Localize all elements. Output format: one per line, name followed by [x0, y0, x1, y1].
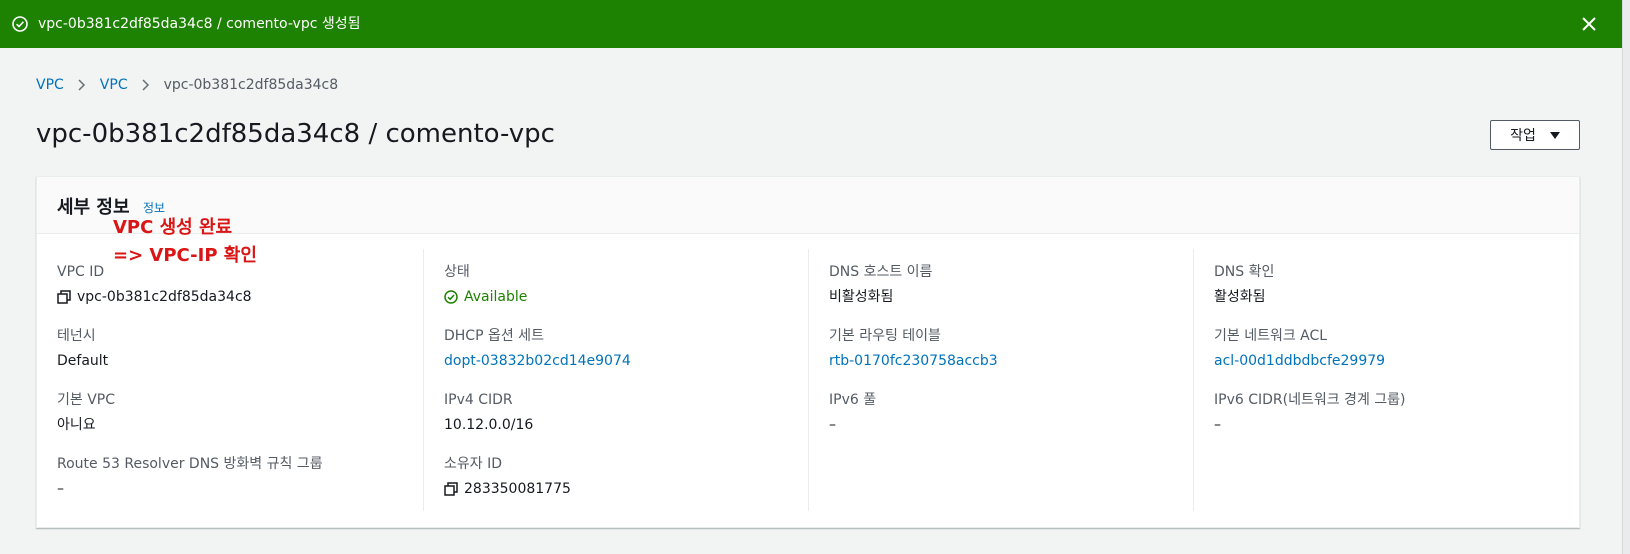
copy-icon[interactable]	[57, 290, 71, 304]
field-value: Default	[57, 353, 109, 369]
breadcrumb-current: vpc-0b381c2df85da34c8	[163, 77, 339, 93]
field-label: 테넌시	[57, 328, 96, 344]
field-label: IPv6 풀	[829, 392, 877, 408]
field-tenancy: 테넌시 Default	[57, 327, 417, 370]
actions-dropdown-button[interactable]: 작업	[1490, 120, 1580, 150]
status-ok-icon	[444, 290, 458, 304]
field-ipv6-cidr: IPv6 CIDR(네트워크 경계 그룹) –	[1214, 391, 1574, 434]
field-main-route-table: 기본 라우팅 테이블 rtb-0170fc230758accb3	[829, 327, 1189, 370]
field-default-vpc: 기본 VPC 아니요	[57, 391, 417, 434]
route-table-link[interactable]: rtb-0170fc230758accb3	[829, 352, 998, 370]
close-icon[interactable]	[1580, 15, 1598, 33]
field-label: IPv6 CIDR(네트워크 경계 그룹)	[1214, 392, 1406, 408]
flash-message: vpc-0b381c2df85da34c8 / comento-vpc 생성됨	[38, 16, 361, 32]
field-value: –	[829, 417, 836, 433]
field-ipv6-pool: IPv6 풀 –	[829, 391, 1189, 434]
field-value: 비활성화됨	[829, 289, 894, 305]
caret-down-icon	[1549, 131, 1560, 139]
field-value: vpc-0b381c2df85da34c8	[77, 289, 252, 305]
page-title: vpc-0b381c2df85da34c8 / comento-vpc	[36, 119, 555, 149]
field-ipv4-cidr: IPv4 CIDR 10.12.0.0/16	[444, 391, 804, 434]
field-owner-id: 소유자 ID 283350081775	[444, 455, 804, 498]
field-label: 소유자 ID	[444, 456, 502, 472]
success-flash-bar: vpc-0b381c2df85da34c8 / comento-vpc 생성됨	[0, 0, 1622, 48]
check-circle-icon	[12, 16, 28, 32]
field-label: 상태	[444, 264, 470, 280]
field-value: 10.12.0.0/16	[444, 417, 534, 433]
field-route53-firewall: Route 53 Resolver DNS 방화벽 규칙 그룹 –	[57, 455, 417, 498]
field-label: Route 53 Resolver DNS 방화벽 규칙 그룹	[57, 456, 323, 472]
field-value: –	[1214, 417, 1221, 433]
field-main-network-acl: 기본 네트워크 ACL acl-00d1ddbdbcfe29979	[1214, 327, 1574, 370]
field-dns-hostnames: DNS 호스트 이름 비활성화됨	[829, 263, 1189, 306]
field-label: IPv4 CIDR	[444, 392, 513, 408]
field-label: VPC ID	[57, 264, 105, 280]
panel-header: 세부 정보 정보	[37, 177, 1579, 234]
field-value: 아니요	[57, 417, 96, 433]
field-label: 기본 VPC	[57, 392, 116, 408]
field-label: 기본 라우팅 테이블	[829, 328, 941, 344]
details-panel: 세부 정보 정보 VPC 생성 완료 => VPC-IP 확인 VPC ID v…	[36, 176, 1580, 528]
copy-icon[interactable]	[444, 482, 458, 496]
details-column-1: VPC ID vpc-0b381c2df85da34c8 테넌시 Default…	[57, 249, 408, 511]
field-dhcp-options: DHCP 옵션 세트 dopt-03832b02cd14e9074	[444, 327, 804, 370]
field-state: 상태 Available	[444, 263, 804, 306]
chevron-right-icon	[78, 79, 85, 91]
breadcrumb-vpc-list[interactable]: VPC	[100, 77, 128, 93]
details-column-2: 상태 Available DHCP 옵션 세트 dopt-03832b02cd1…	[423, 249, 795, 511]
field-dns-resolution: DNS 확인 활성화됨	[1214, 263, 1574, 306]
actions-label: 작업	[1510, 128, 1536, 144]
annotation-line-1: VPC 생성 완료	[113, 217, 233, 238]
chevron-right-icon	[142, 79, 149, 91]
field-label: DHCP 옵션 세트	[444, 328, 544, 344]
scrollbar[interactable]	[1622, 0, 1630, 554]
field-label: 기본 네트워크 ACL	[1214, 328, 1328, 344]
breadcrumb: VPC VPC vpc-0b381c2df85da34c8	[36, 75, 338, 95]
field-vpc-id: VPC ID vpc-0b381c2df85da34c8	[57, 263, 417, 306]
details-column-3: DNS 호스트 이름 비활성화됨 기본 라우팅 테이블 rtb-0170fc23…	[808, 249, 1180, 511]
details-column-4: DNS 확인 활성화됨 기본 네트워크 ACL acl-00d1ddbdbcfe…	[1193, 249, 1565, 511]
field-value: –	[57, 481, 64, 497]
network-acl-link[interactable]: acl-00d1ddbdbcfe29979	[1214, 352, 1385, 370]
field-value: 활성화됨	[1214, 289, 1266, 305]
breadcrumb-vpc-dashboard[interactable]: VPC	[36, 77, 64, 93]
field-label: DNS 확인	[1214, 264, 1275, 280]
dhcp-options-link[interactable]: dopt-03832b02cd14e9074	[444, 352, 631, 370]
field-value: 283350081775	[464, 481, 571, 497]
status-badge: Available	[464, 289, 528, 305]
field-label: DNS 호스트 이름	[829, 264, 933, 280]
